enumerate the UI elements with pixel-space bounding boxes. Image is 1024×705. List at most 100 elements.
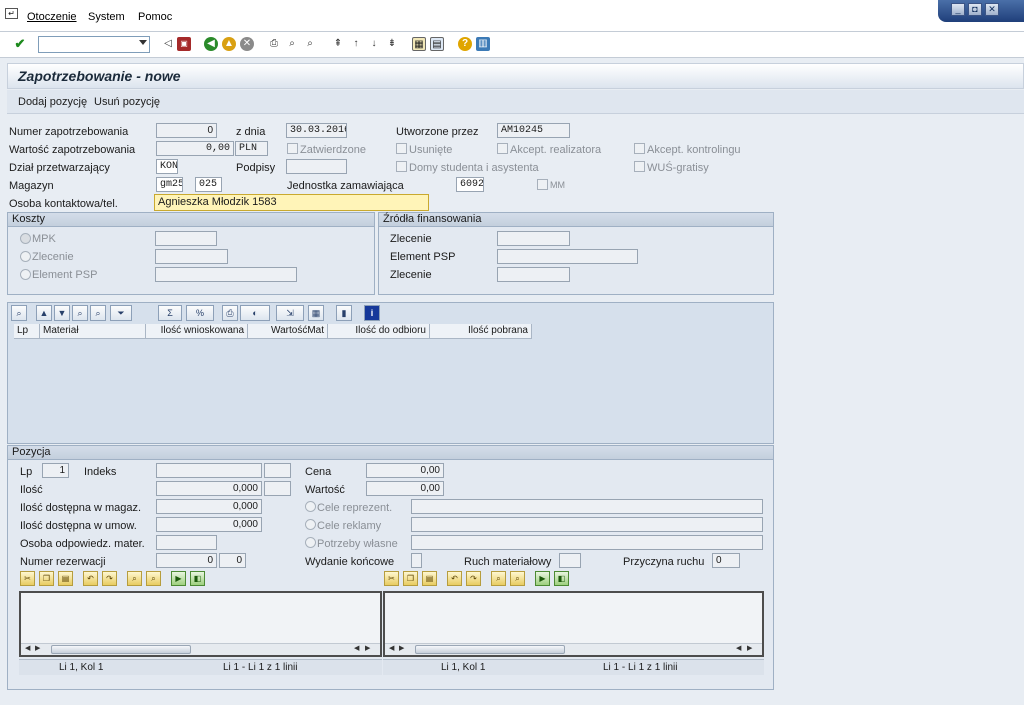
export-icon[interactable]: ⇲	[276, 305, 304, 321]
export-text-icon[interactable]: ◧	[190, 571, 205, 586]
help-icon[interactable]: ?	[458, 37, 472, 51]
dostepna-magaz-field[interactable]: 0,000	[156, 499, 262, 514]
column-header-lp[interactable]: Lp	[14, 324, 40, 339]
enter-check-icon[interactable]: ✔	[13, 37, 27, 51]
domy-checkbox[interactable]	[396, 161, 407, 172]
left-text-editor[interactable]: ◀ ▶ ◀ ▶	[19, 591, 382, 657]
zrodla-element-field[interactable]	[497, 249, 638, 264]
export-text-icon-right[interactable]: ◧	[554, 571, 569, 586]
magazyn-field-1[interactable]: gm25	[156, 177, 183, 192]
utworzone-field[interactable]: AM10245	[497, 123, 570, 138]
sort-asc-icon[interactable]: ▲	[36, 305, 52, 321]
right-editor-scrollbar[interactable]: ◀ ▶ ◀ ▶	[385, 643, 762, 655]
right-text-editor[interactable]: ◀ ▶ ◀ ▶	[383, 591, 764, 657]
info-icon[interactable]: i	[364, 305, 380, 321]
przyczyna-field[interactable]: 0	[712, 553, 740, 568]
details-icon[interactable]: ⌕	[11, 305, 27, 321]
column-header-material[interactable]: Materiał	[40, 324, 146, 339]
ruch-field[interactable]	[559, 553, 581, 568]
cele-reprezent-radio[interactable]	[305, 501, 316, 512]
wydanie-field[interactable]	[411, 553, 422, 568]
exit-icon[interactable]: ▲	[222, 37, 236, 51]
remove-item-button[interactable]: Usuń pozycję	[94, 96, 160, 108]
osoba-field[interactable]: Agnieszka Młodzik 1583	[154, 194, 429, 211]
cele-reprezent-field[interactable]	[411, 499, 763, 514]
scroll-right-icon-right[interactable]: ▶	[399, 644, 404, 652]
filter-icon[interactable]: ⏷	[110, 305, 132, 321]
menu-otoczenie[interactable]: Otoczenie	[27, 11, 77, 23]
waluta-field[interactable]: PLN	[235, 141, 268, 156]
scroll-right-end-icon-right[interactable]: ▶	[747, 644, 752, 652]
zrodla-zlecenie1-field[interactable]	[497, 231, 570, 246]
right-scroll-thumb[interactable]	[415, 645, 565, 654]
import-icon[interactable]: ▶	[171, 571, 186, 586]
numer-field[interactable]: 0	[156, 123, 217, 138]
paste-icon-right[interactable]: ▤	[422, 571, 437, 586]
import-icon-right[interactable]: ▶	[535, 571, 550, 586]
find-next-text-icon-right[interactable]: ⌕	[510, 571, 525, 586]
wartosc-field[interactable]: 0,00	[156, 141, 234, 156]
first-page-icon[interactable]: ⇞	[331, 37, 345, 51]
sort-desc-icon[interactable]: ▼	[54, 305, 70, 321]
redo-icon[interactable]: ↷	[102, 571, 117, 586]
find-icon[interactable]: ⌕	[285, 37, 299, 51]
potrzeby-radio[interactable]	[305, 537, 316, 548]
scroll-right-icon[interactable]: ▶	[35, 644, 40, 652]
wartosc-pozycja-field[interactable]: 0,00	[366, 481, 444, 496]
find-next-text-icon[interactable]: ⌕	[146, 571, 161, 586]
scroll-left-icon[interactable]: ◀	[25, 644, 30, 652]
column-header-wartosc-mat[interactable]: WartośćMat	[248, 324, 328, 339]
ilosc-field[interactable]: 0,000	[156, 481, 262, 496]
screen-menu-icon[interactable]: ↵	[5, 8, 18, 19]
dostepna-umow-field[interactable]: 0,000	[156, 517, 262, 532]
osoba-odp-field[interactable]	[156, 535, 217, 550]
close-button[interactable]: ✕	[985, 3, 999, 16]
undo-icon-right[interactable]: ↶	[447, 571, 462, 586]
mpk-radio[interactable]	[20, 233, 31, 244]
layout-menu-icon[interactable]: ▥	[476, 37, 490, 51]
cancel-icon[interactable]: ✕	[240, 37, 254, 51]
element-psp-radio[interactable]	[20, 269, 31, 280]
views-icon[interactable]: ◐	[240, 305, 270, 321]
koszty-zlecenie-field[interactable]	[155, 249, 228, 264]
sum-icon[interactable]: Σ	[158, 305, 182, 321]
minimize-button[interactable]: _	[951, 3, 965, 16]
cele-reklamy-radio[interactable]	[305, 519, 316, 530]
back-icon[interactable]: ◀	[204, 37, 218, 51]
cena-field[interactable]: 0,00	[366, 463, 444, 478]
indeks-field-2[interactable]	[264, 463, 291, 478]
command-field[interactable]	[38, 36, 150, 53]
numer-rez-field-2[interactable]: 0	[219, 553, 246, 568]
scroll-right-end-icon[interactable]: ▶	[365, 644, 370, 652]
undo-icon[interactable]: ↶	[83, 571, 98, 586]
wus-checkbox[interactable]	[634, 161, 645, 172]
akcept-kontrolingu-checkbox[interactable]	[634, 143, 645, 154]
column-header-ilosc-do-odbioru[interactable]: Ilość do odbioru	[328, 324, 430, 339]
akcept-realizatora-checkbox[interactable]	[497, 143, 508, 154]
save-icon[interactable]: ▣	[177, 37, 191, 51]
restore-button[interactable]: ◘	[968, 3, 982, 16]
menu-pomoc[interactable]: Pomoc	[138, 11, 172, 23]
scroll-left-end-icon-right[interactable]: ◀	[736, 644, 741, 652]
find-text-icon-right[interactable]: ⌕	[491, 571, 506, 586]
jednostka-field[interactable]: 6092	[456, 177, 484, 192]
print-preview-icon[interactable]: ⎙	[222, 305, 238, 321]
left-scroll-thumb[interactable]	[51, 645, 191, 654]
numer-rez-field-1[interactable]: 0	[156, 553, 217, 568]
usuniete-checkbox[interactable]	[396, 143, 407, 154]
magazyn-field-2[interactable]: 025	[195, 177, 222, 192]
indeks-field[interactable]	[156, 463, 262, 478]
previous-page-icon[interactable]: ↑	[349, 37, 363, 51]
subtotal-icon[interactable]: %	[186, 305, 214, 321]
find-next-grid-icon[interactable]: ⌕	[90, 305, 106, 321]
cut-icon-right[interactable]: ✂	[384, 571, 399, 586]
last-page-icon[interactable]: ⇟	[385, 37, 399, 51]
cele-reklamy-field[interactable]	[411, 517, 763, 532]
layout-icon[interactable]: ▦	[308, 305, 324, 321]
cut-icon[interactable]: ✂	[20, 571, 35, 586]
scroll-left-end-icon[interactable]: ◀	[354, 644, 359, 652]
find-text-icon[interactable]: ⌕	[127, 571, 142, 586]
column-header-ilosc-wnioskowana[interactable]: Ilość wnioskowana	[146, 324, 248, 339]
command-dropdown-icon[interactable]	[139, 40, 147, 45]
podpisy-field[interactable]	[286, 159, 347, 174]
